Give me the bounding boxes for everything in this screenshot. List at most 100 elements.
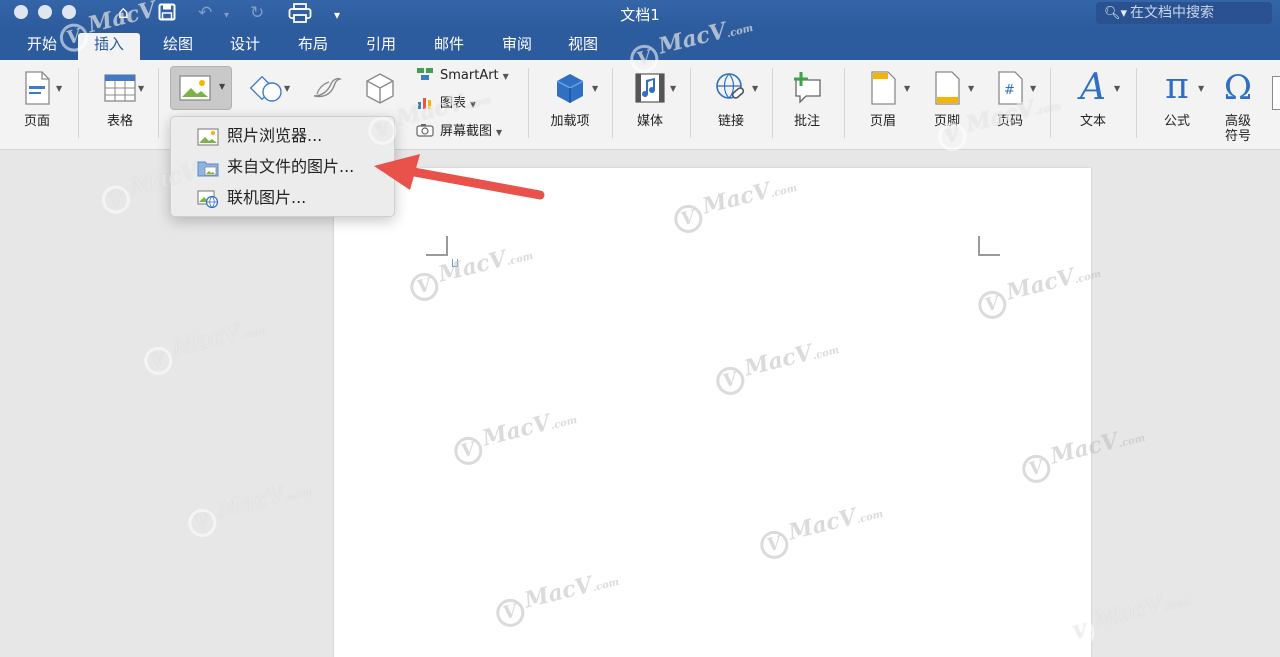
menu-item-label: 来自文件的图片... [227,157,355,176]
link-button[interactable]: ▼ 链接 [700,60,762,146]
watermark-suffix: .com [769,182,799,200]
footer-icon [935,71,960,105]
search-placeholder: 在文档中搜索 [1130,5,1215,21]
comment-icon [794,72,821,104]
equation-label: 公式 [1163,114,1190,129]
watermark-suffix: .com [725,22,755,40]
chevron-down-icon: ▼ [1114,84,1121,93]
pages-label: 页面 [23,114,50,129]
advanced-symbol-label: 高级 符号 [1210,114,1266,144]
media-icon [635,73,665,103]
comment-label: 批注 [793,114,820,129]
chevron-down-icon: ▼ [56,84,63,93]
watermark-suffix: .com [811,344,841,362]
watermark-suffix: .com [1073,268,1103,286]
chevron-down-icon: ▼ [968,84,975,93]
pages-button[interactable]: ▼ 页面 [12,60,62,146]
watermark-suffix: .com [1161,596,1191,614]
tab-draw[interactable]: 绘图 [152,33,204,60]
chevron-down-icon: ▼ [138,84,145,93]
folder-picture-icon [197,161,219,177]
smartart-button[interactable]: SmartArt ▼ [416,66,509,86]
watermark-text: MacV [127,158,201,201]
pi-icon: π [1165,66,1189,107]
watermark-suffix: .com [591,576,621,594]
annotation-arrow [374,154,545,200]
search-input[interactable]: 🔍︎▾ 在文档中搜索 [1096,2,1272,24]
margin-corner-mark [978,236,1000,256]
header-button[interactable]: ▼ 页眉 [854,60,912,146]
pictures-button[interactable]: ▼ [170,66,232,110]
tab-review[interactable]: 审阅 [490,33,544,60]
chevron-down-icon: ▼ [284,84,291,93]
watermark-suffix: .com [855,508,885,526]
media-label: 媒体 [636,114,663,129]
search-icon: 🔍︎▾ [1104,6,1128,21]
text-label: 文本 [1079,114,1106,129]
menu-item-label: 联机图片... [227,188,307,207]
watermark: V MacV.com [184,475,316,540]
chevron-down-icon: ▼ [904,84,911,93]
watermark-text: MacV [169,319,244,362]
watermark-suffix: .com [239,324,269,342]
title-bar: ⌂ ↶ ▾ ↻ ▾ 文档1 🔍︎▾ 在文档中搜索 [0,0,1280,28]
document-page[interactable] [334,168,1091,657]
menu-item-photo-browser[interactable]: 照片浏览器... [171,121,394,151]
menu-item-picture-from-file[interactable]: 来自文件的图片... [171,152,394,182]
chevron-down-icon: ▼ [592,84,599,93]
partial-ribbon-button[interactable] [1272,76,1280,110]
watermark-suffix: .com [505,250,535,268]
ribbon-separator [528,68,529,138]
tab-references[interactable]: 引用 [354,33,408,60]
addins-cube-icon [556,74,584,103]
equation-button[interactable]: π ▼ 公式 [1148,60,1206,146]
ribbon-separator [158,68,159,138]
watermark-suffix: .com [463,94,493,112]
watermark: V MacV.com [140,313,272,378]
watermark-suffix: .com [549,414,579,432]
tab-design[interactable]: 设计 [218,33,272,60]
watermark-suffix: .com [1033,100,1063,118]
tab-view[interactable]: 视图 [556,33,610,60]
ribbon-separator [690,68,691,138]
header-label: 页眉 [869,114,896,129]
table-button[interactable]: ▼ 表格 [92,60,148,146]
watermark-suffix: .com [1117,432,1147,450]
chevron-down-icon: ▼ [670,84,677,93]
tab-mailings[interactable]: 邮件 [422,33,476,60]
chevron-down-icon: ▼ [496,128,503,137]
advanced-symbol-label-line1: 高级 [1224,114,1251,129]
table-label: 表格 [106,114,133,129]
comment-button[interactable]: 批注 [780,60,834,146]
smartart-icon [417,68,433,80]
omega-icon: Ω [1223,68,1253,108]
page-icon [25,71,50,105]
menu-item-online-pictures[interactable]: 联机图片... [171,183,394,213]
advanced-symbol-button[interactable]: Ω 高级 符号 [1210,60,1266,146]
media-button[interactable]: ▼ 媒体 [622,60,678,146]
advanced-symbol-label-line2: 符号 [1224,129,1251,144]
watermark-text: MacV [213,481,288,524]
svg-text:#: # [1004,83,1015,98]
header-icon [871,71,896,105]
margin-corner-mark [426,236,448,256]
addins-label: 加载项 [550,114,590,129]
shapes-icon [250,75,282,102]
picture-dropdown-menu: 照片浏览器... 来自文件的图片... 联机图片... [170,116,395,217]
smartart-label: SmartArt [440,68,499,83]
bird-icon [313,77,343,98]
ribbon-separator [78,68,79,138]
text-a-icon: A [1080,67,1106,108]
link-label: 链接 [717,114,744,129]
chevron-down-icon: ▼ [219,82,226,91]
addins-button[interactable]: ▼ 加载项 [540,60,600,146]
table-icon [104,74,136,102]
cube-icon [366,73,394,104]
ribbon-separator [772,68,773,138]
chevron-down-icon: ▼ [752,84,759,93]
chevron-down-icon: ▼ [1030,84,1037,93]
chevron-down-icon: ▼ [502,72,509,81]
text-button[interactable]: A ▼ 文本 [1062,60,1124,146]
tab-layout[interactable]: 布局 [286,33,340,60]
watermark-text: MacV [1091,591,1166,634]
